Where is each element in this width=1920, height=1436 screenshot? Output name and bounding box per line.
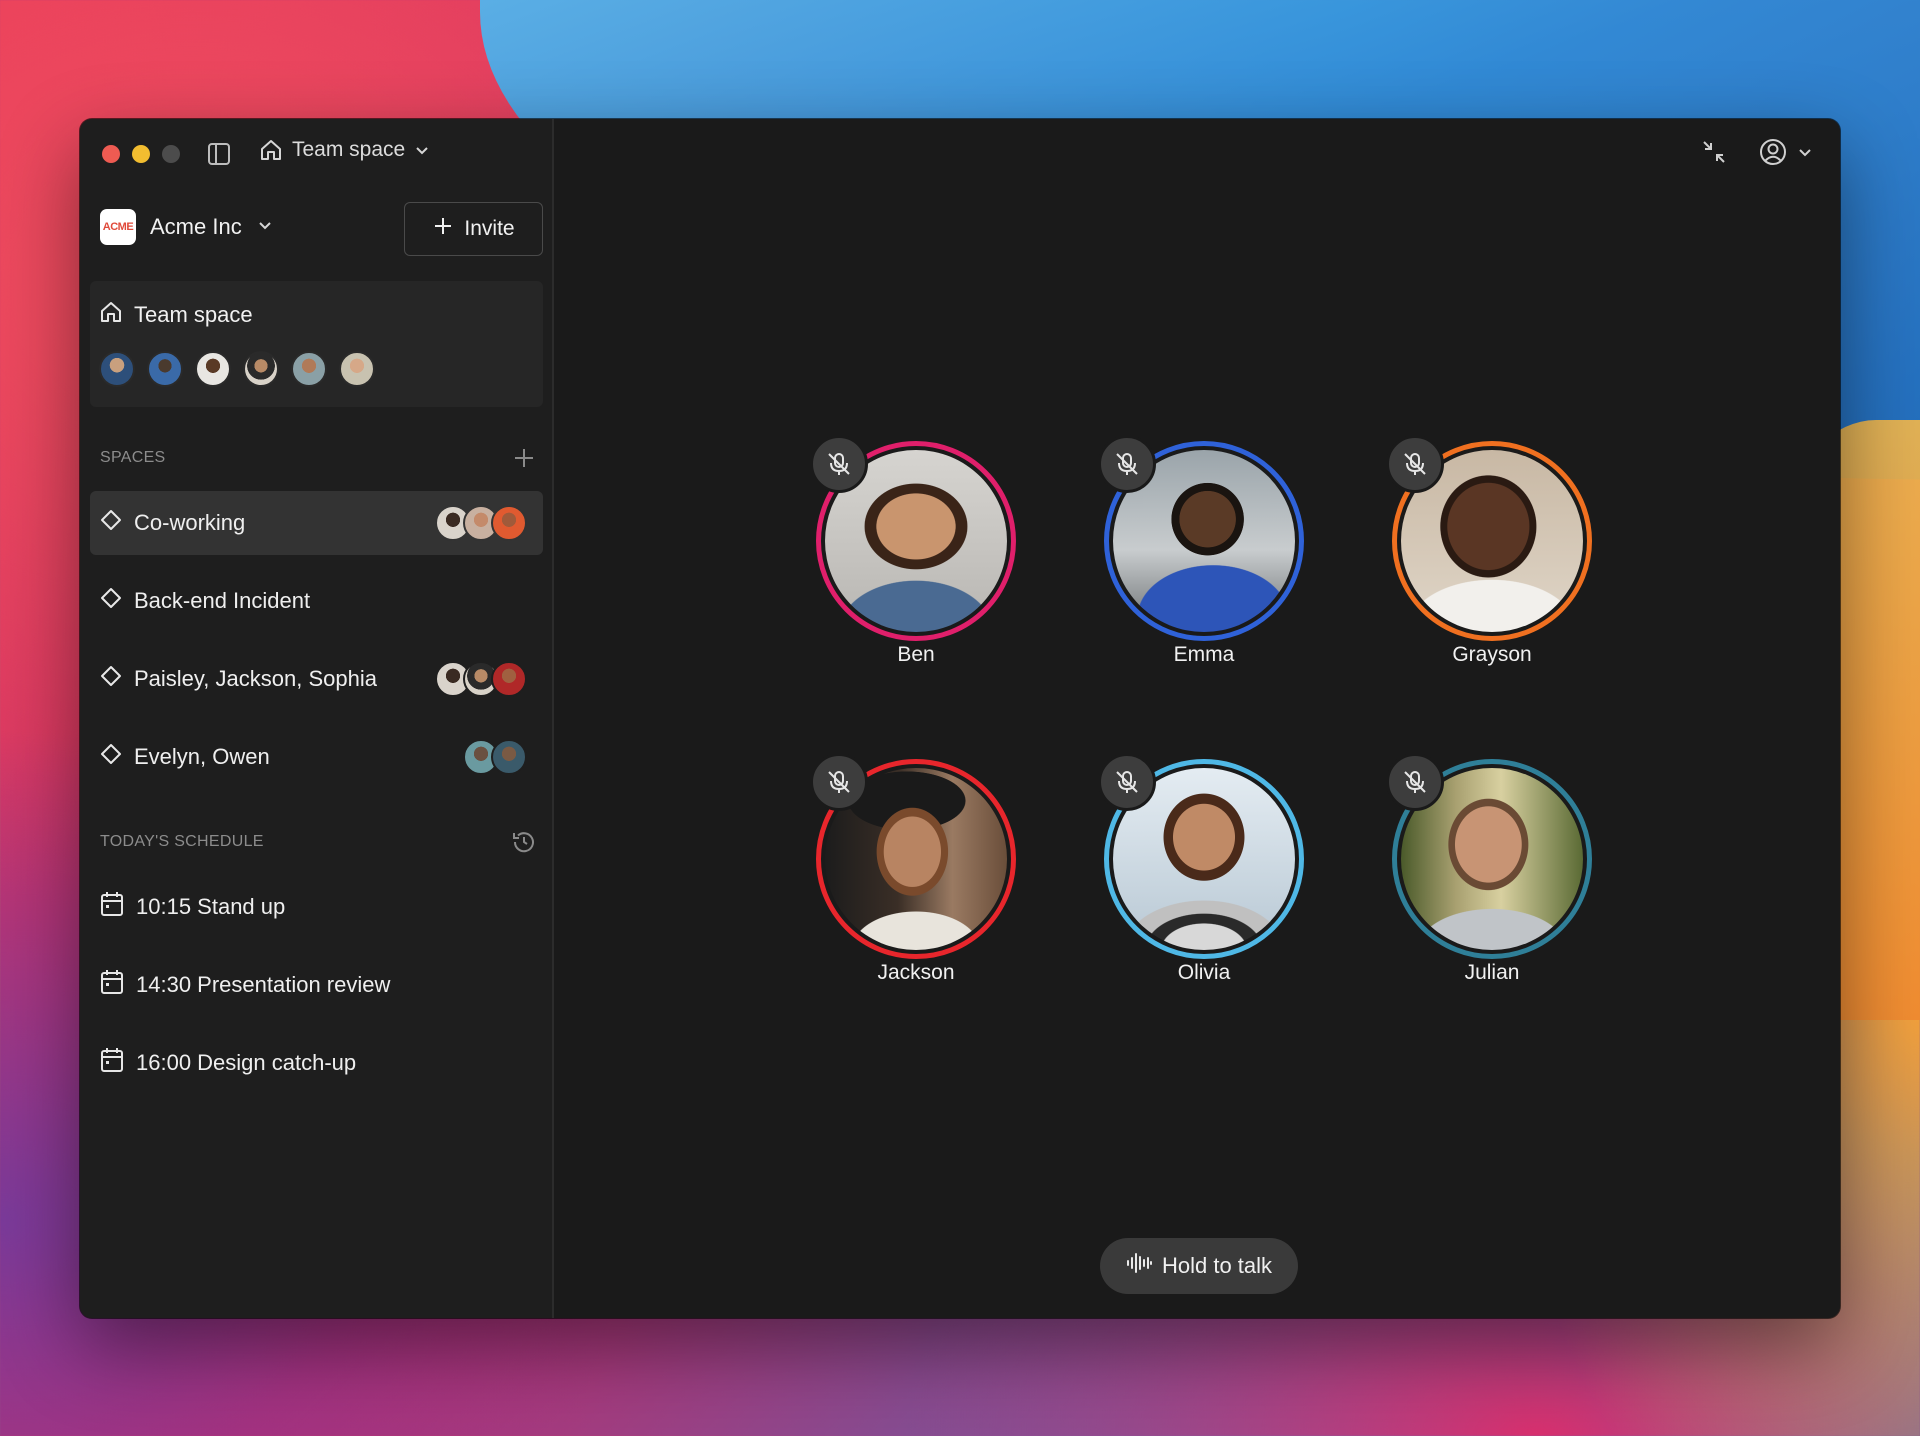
home-icon xyxy=(98,299,124,331)
schedule-item[interactable]: 16:00 Design catch-up xyxy=(100,1047,356,1079)
calendar-icon xyxy=(100,1047,124,1079)
avatar xyxy=(491,505,527,541)
team-space-title: Team space xyxy=(134,302,253,327)
zoom-window-button[interactable] xyxy=(162,145,180,163)
top-right-controls xyxy=(1700,137,1814,172)
space-item-co-working[interactable]: Co-working xyxy=(90,491,543,555)
participant-tile[interactable]: Jackson xyxy=(810,753,1016,999)
participant-tile[interactable]: Olivia xyxy=(1098,753,1304,999)
participant-name: Grayson xyxy=(1452,643,1532,666)
avatar[interactable] xyxy=(99,351,135,387)
avatar[interactable] xyxy=(147,351,183,387)
calendar-icon xyxy=(100,891,124,923)
participant-tile[interactable]: Julian xyxy=(1386,753,1592,999)
chevron-down-icon xyxy=(413,141,431,159)
microphone-off-icon xyxy=(810,753,868,811)
user-circle-icon xyxy=(1758,137,1788,172)
participant-name: Olivia xyxy=(1177,961,1231,984)
add-space-button[interactable] xyxy=(510,444,538,472)
space-item-paisley-jackson-sophia[interactable]: Paisley, Jackson, Sophia xyxy=(90,647,543,711)
space-avatars xyxy=(435,505,527,541)
space-item-label: Evelyn, Owen xyxy=(134,744,270,769)
participant-name: Julian xyxy=(1464,961,1520,984)
team-avatars xyxy=(99,351,375,387)
schedule-item-label: 14:30 Presentation review xyxy=(136,972,391,997)
participant-tile[interactable]: Grayson xyxy=(1386,435,1592,681)
avatar[interactable] xyxy=(339,351,375,387)
avatar xyxy=(491,661,527,697)
call-stage: Ben Emma Grayson Jackson Olivia Julian H… xyxy=(554,119,1840,1318)
plus-icon xyxy=(432,215,454,243)
collapse-icon[interactable] xyxy=(1700,138,1728,171)
microphone-off-icon xyxy=(1386,435,1444,493)
close-window-button[interactable] xyxy=(102,145,120,163)
org-logo: ACME xyxy=(100,209,136,245)
space-item-back-end-incident[interactable]: Back-end Incident xyxy=(90,569,543,633)
space-item-label: Co-working xyxy=(134,510,246,535)
space-switcher[interactable]: Team space xyxy=(258,137,431,163)
schedule-item[interactable]: 14:30 Presentation review xyxy=(100,969,390,1001)
microphone-off-icon xyxy=(1098,435,1156,493)
diamond-icon xyxy=(100,587,122,615)
team-space-card[interactable]: Team space xyxy=(90,281,543,407)
space-item-label: Back-end Incident xyxy=(134,588,311,613)
space-item-label: Paisley, Jackson, Sophia xyxy=(134,666,377,691)
chevron-down-icon xyxy=(1796,143,1814,166)
home-icon xyxy=(258,137,284,163)
schedule-item-label: 16:00 Design catch-up xyxy=(136,1050,357,1075)
invite-label: Invite xyxy=(464,217,515,240)
avatar[interactable] xyxy=(291,351,327,387)
waveform-icon xyxy=(1126,1252,1152,1280)
app-window: Team space ACME Acme Inc Invite Team spa… xyxy=(80,119,1840,1318)
schedule-item[interactable]: 10:15 Stand up xyxy=(100,891,285,923)
participant-grid: Ben Emma Grayson Jackson Olivia Julian xyxy=(810,435,1604,999)
window-controls xyxy=(102,145,180,163)
microphone-off-icon xyxy=(1098,753,1156,811)
participant-name: Ben xyxy=(897,643,935,666)
sidebar-toggle-icon[interactable] xyxy=(206,141,232,167)
microphone-off-icon xyxy=(1386,753,1444,811)
participant-name: Jackson xyxy=(877,961,955,984)
space-item-evelyn-owen[interactable]: Evelyn, Owen xyxy=(90,725,543,789)
diamond-icon xyxy=(100,509,122,537)
spaces-heading: SPACES xyxy=(100,449,166,466)
participant-tile[interactable]: Emma xyxy=(1098,435,1304,681)
calendar-icon xyxy=(100,969,124,1001)
diamond-icon xyxy=(100,743,122,771)
space-switcher-label: Team space xyxy=(292,138,406,161)
avatar[interactable] xyxy=(195,351,231,387)
microphone-off-icon xyxy=(810,435,868,493)
participant-name: Emma xyxy=(1173,643,1235,666)
invite-button[interactable]: Invite xyxy=(404,202,543,256)
avatar[interactable] xyxy=(243,351,279,387)
space-avatars xyxy=(463,739,527,775)
minimize-window-button[interactable] xyxy=(132,145,150,163)
org-name: Acme Inc xyxy=(150,214,242,239)
hold-to-talk-label: Hold to talk xyxy=(1161,1253,1273,1278)
hold-to-talk-button[interactable]: Hold to talk xyxy=(1100,1238,1298,1294)
space-avatars xyxy=(435,661,527,697)
history-icon[interactable] xyxy=(510,828,538,856)
sidebar: Team space ACME Acme Inc Invite Team spa… xyxy=(80,119,554,1318)
chevron-down-icon xyxy=(256,214,274,240)
schedule-item-label: 10:15 Stand up xyxy=(136,894,286,919)
avatar xyxy=(491,739,527,775)
schedule-heading: TODAY'S SCHEDULE xyxy=(100,833,264,850)
account-menu[interactable] xyxy=(1758,137,1814,172)
participant-tile[interactable]: Ben xyxy=(810,435,1016,681)
org-switcher[interactable]: ACME Acme Inc xyxy=(100,209,274,245)
diamond-icon xyxy=(100,665,122,693)
